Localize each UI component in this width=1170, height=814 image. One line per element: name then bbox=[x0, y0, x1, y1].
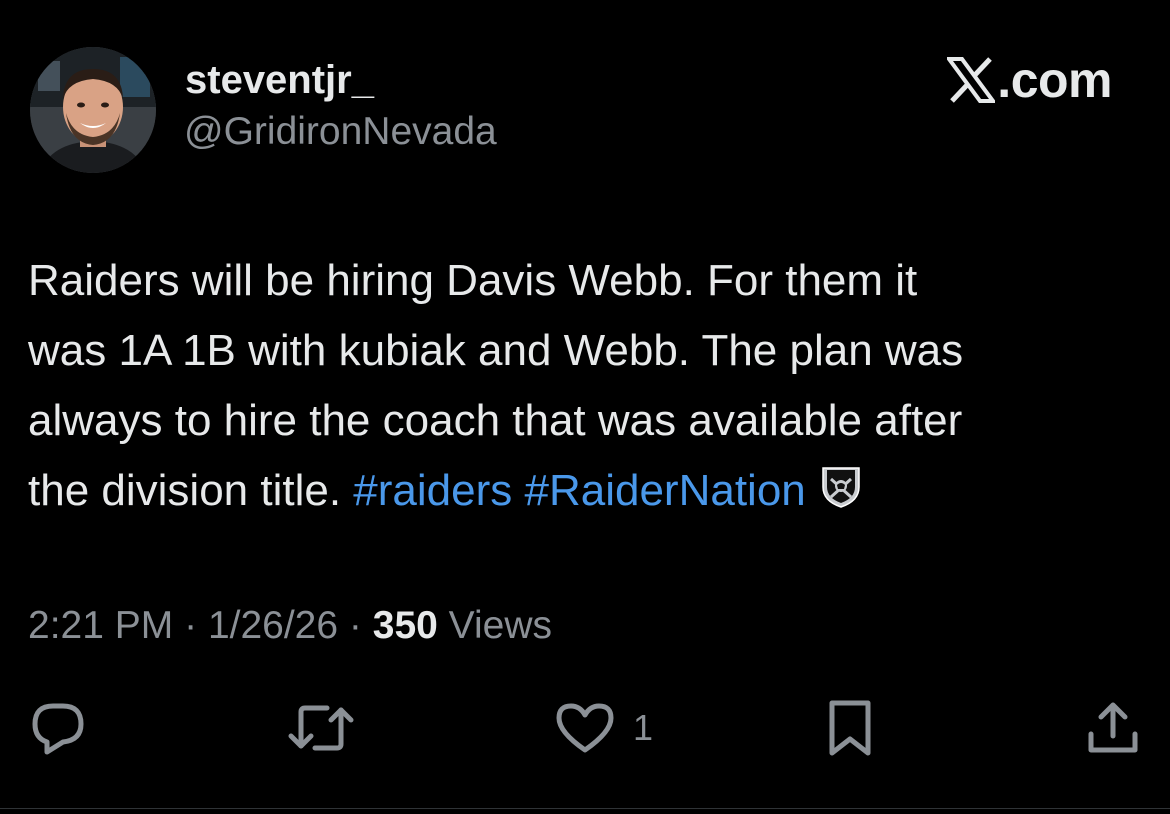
avatar[interactable] bbox=[30, 47, 156, 173]
like-button[interactable]: 1 bbox=[555, 700, 653, 756]
share-button[interactable] bbox=[1086, 700, 1140, 756]
tweet-text-line-last: the division title. #raiders #RaiderNati… bbox=[28, 456, 1148, 530]
reply-button[interactable] bbox=[29, 700, 87, 756]
tweet-text-line: was 1A 1B with kubiak and Webb. The plan… bbox=[28, 326, 964, 375]
tweet-text-line: always to hire the coach that was availa… bbox=[28, 396, 963, 445]
heart-icon bbox=[556, 703, 614, 753]
tweet-text-segment: the division title. bbox=[28, 466, 354, 515]
retweet-icon bbox=[288, 705, 354, 751]
tweet-text-line: Raiders will be hiring Davis Webb. For t… bbox=[28, 256, 918, 305]
avatar-image bbox=[30, 47, 156, 173]
tweet-card: steventjr_ @GridironNevada .com Raiders … bbox=[0, 0, 1170, 814]
tweet-date[interactable]: 1/26/26 bbox=[208, 604, 338, 647]
hashtag-raidernation[interactable]: #RaiderNation bbox=[524, 466, 805, 515]
raiders-shield-emoji bbox=[820, 460, 862, 530]
hashtag-raiders[interactable]: #raiders bbox=[353, 466, 512, 515]
bookmark-icon bbox=[829, 700, 871, 756]
views-label: Views bbox=[448, 604, 552, 647]
author-display-name[interactable]: steventjr_ bbox=[185, 56, 374, 104]
share-icon bbox=[1088, 702, 1138, 753]
bottom-divider bbox=[0, 808, 1170, 809]
meta-separator: · bbox=[184, 604, 198, 647]
reply-bubble-icon bbox=[32, 703, 84, 755]
tweet-text: Raiders will be hiring Davis Webb. For t… bbox=[28, 246, 1148, 530]
author-handle[interactable]: @GridironNevada bbox=[184, 108, 497, 156]
views-count: 350 bbox=[372, 604, 438, 647]
brand-suffix: .com bbox=[997, 52, 1112, 108]
tweet-time[interactable]: 2:21 PM bbox=[28, 604, 173, 647]
bookmark-button[interactable] bbox=[826, 700, 874, 756]
meta-separator: · bbox=[348, 604, 362, 647]
x-brand: .com bbox=[947, 52, 1112, 108]
tweet-meta: 2:21 PM · 1/26/26 · 350 Views bbox=[28, 598, 552, 654]
x-logo-icon bbox=[947, 57, 996, 103]
retweet-button[interactable] bbox=[287, 700, 355, 756]
like-count: 1 bbox=[633, 707, 654, 748]
